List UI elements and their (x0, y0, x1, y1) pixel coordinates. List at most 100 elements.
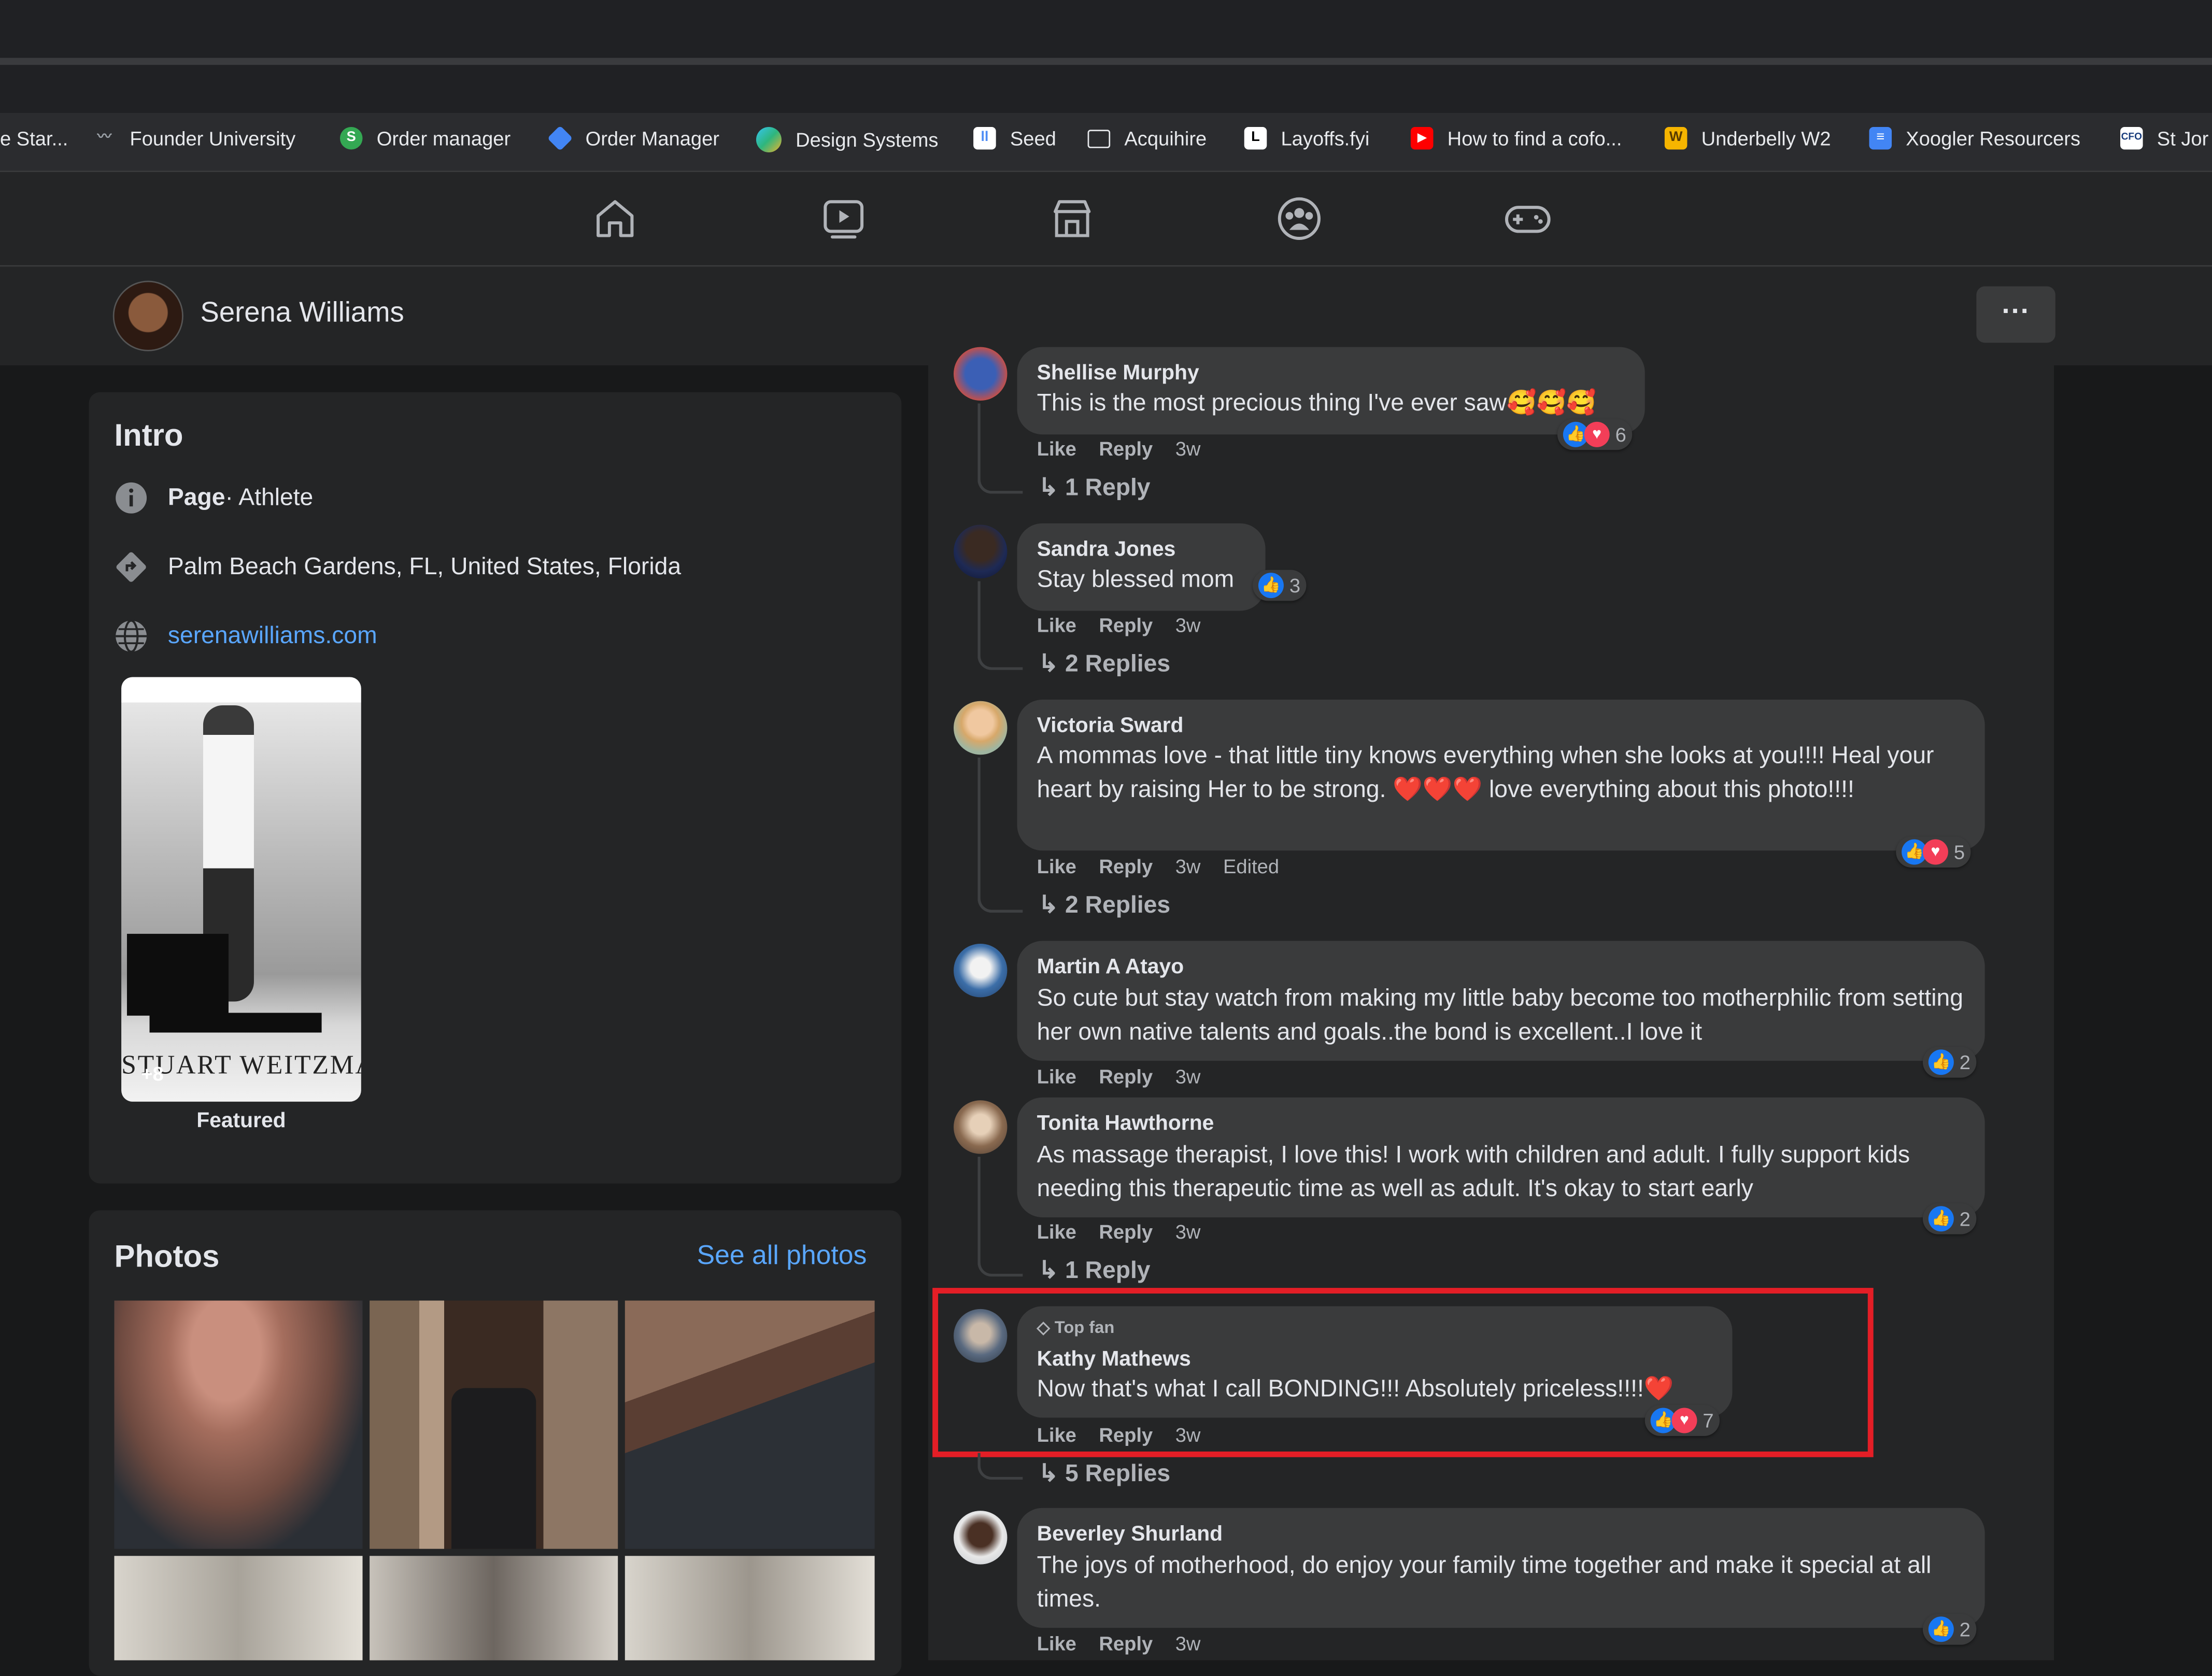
folder-icon (1087, 129, 1111, 148)
comment-timestamp[interactable]: 3w (1175, 1065, 1201, 1088)
bookmark-item[interactable]: 〰 Founder University (93, 127, 296, 150)
reaction-summary[interactable]: 👍 2 (1922, 1046, 1976, 1078)
home-icon[interactable] (591, 195, 639, 243)
reply-arrow-icon: ↳ (1038, 1257, 1065, 1284)
photo-thumbnail[interactable] (114, 1556, 363, 1660)
commenter-name[interactable]: Kathy Mathews (1037, 1347, 1191, 1371)
comment-text: The joys of motherhood, do enjoy your fa… (1037, 1552, 1932, 1612)
more-options-button[interactable]: ··· (1976, 286, 2055, 343)
edited-label: Edited (1223, 855, 1280, 878)
commenter-avatar[interactable] (954, 1511, 1008, 1565)
like-button[interactable]: Like (1037, 1065, 1076, 1088)
reply-button[interactable]: Reply (1099, 437, 1153, 460)
watch-icon[interactable] (819, 195, 868, 243)
photos-title: Photos (114, 1238, 220, 1274)
commenter-avatar[interactable] (954, 943, 1008, 998)
reply-button[interactable]: Reply (1099, 1632, 1153, 1655)
reaction-summary[interactable]: 👍 3 (1253, 570, 1306, 601)
globe-icon (116, 619, 147, 653)
commenter-name[interactable]: Sandra Jones (1037, 537, 1176, 561)
reply-button[interactable]: Reply (1099, 855, 1153, 877)
commenter-avatar[interactable] (954, 701, 1008, 755)
love-reaction-icon: ♥ (1584, 421, 1610, 447)
bookmark-item[interactable]: e Star... (0, 127, 68, 150)
photo-thumbnail[interactable] (114, 1300, 363, 1549)
location-text: Palm Beach Gardens, FL, United States, F… (167, 552, 682, 580)
replies-count: 1 Reply (1065, 1257, 1151, 1284)
view-replies-link[interactable]: ↳ 2 Replies (1038, 650, 1170, 678)
comment-text: Stay blessed mom (1037, 565, 1235, 593)
reply-button[interactable]: Reply (1099, 1065, 1153, 1088)
comment-text: Now that's what I call BONDING!!! Absolu… (1037, 1375, 1674, 1402)
directions-icon (116, 552, 146, 582)
bookmark-item[interactable]: ≡ Xoogler Resourcers (1869, 126, 2080, 150)
like-button[interactable]: Like (1037, 437, 1076, 460)
reaction-summary[interactable]: 👍 2 (1922, 1203, 1976, 1234)
like-button[interactable]: Like (1037, 614, 1076, 636)
bookmark-item[interactable]: Order Manager (547, 125, 719, 151)
reply-button[interactable]: Reply (1099, 1423, 1153, 1446)
comment-timestamp[interactable]: 3w (1175, 614, 1201, 636)
commenter-avatar[interactable] (954, 524, 1008, 578)
thread-line (977, 757, 1023, 913)
reaction-summary[interactable]: 👍 ♥ 7 (1644, 1405, 1720, 1436)
reply-button[interactable]: Reply (1099, 614, 1153, 636)
bookmark-item[interactable]: ▶ How to find a cofo... (1410, 126, 1622, 150)
like-button[interactable]: Like (1037, 1220, 1076, 1243)
comment-timestamp[interactable]: 3w (1175, 1632, 1201, 1655)
photo-thumbnail[interactable] (370, 1300, 618, 1549)
bookmark-item[interactable]: W Underbelly W2 (1664, 126, 1831, 150)
profile-avatar[interactable] (112, 280, 183, 351)
website-link[interactable]: serenawilliams.com (168, 622, 377, 650)
bookmark-item[interactable]: Acquihire (1087, 126, 1207, 150)
gaming-icon[interactable] (1504, 195, 1552, 243)
comment-timestamp[interactable]: 3w (1175, 437, 1201, 460)
photo-thumbnail[interactable] (625, 1556, 875, 1660)
bookmark-label: Acquihire (1124, 126, 1207, 150)
comment-timestamp[interactable]: 3w (1175, 855, 1201, 877)
comment-timestamp[interactable]: 3w (1175, 1220, 1201, 1243)
page-title[interactable]: Serena Williams (201, 297, 404, 330)
photo-thumbnail[interactable] (625, 1300, 875, 1549)
like-button[interactable]: Like (1037, 1632, 1076, 1655)
featured-block (126, 933, 229, 1016)
view-replies-link[interactable]: ↳ 1 Reply (1038, 1257, 1150, 1285)
bookmark-item[interactable]: ll Seed (973, 126, 1056, 150)
info-icon (116, 482, 147, 514)
commenter-avatar[interactable] (954, 347, 1008, 401)
commenter-name[interactable]: Tonita Hawthorne (1037, 1112, 1214, 1135)
reaction-summary[interactable]: 👍 ♥ 6 (1557, 419, 1632, 450)
reply-arrow-icon: ↳ (1038, 650, 1065, 677)
reply-button[interactable]: Reply (1099, 1220, 1153, 1243)
docs-icon: ≡ (1869, 126, 1892, 150)
commenter-name[interactable]: Martin A Atayo (1037, 955, 1184, 979)
featured-collection-thumbnail[interactable]: STUART WEITZMAN +8 (121, 677, 361, 1102)
commenter-avatar[interactable] (954, 1309, 1008, 1363)
like-button[interactable]: Like (1037, 1423, 1076, 1446)
browser-tab-strip (0, 0, 2212, 113)
sheet-icon: S (339, 126, 363, 150)
bookmark-item[interactable]: Design Systems (756, 126, 938, 152)
comment-actions: Like Reply 3w (1037, 614, 1223, 636)
reaction-summary[interactable]: 👍 ♥ 5 (1896, 836, 1970, 868)
like-button[interactable]: Like (1037, 855, 1076, 877)
globe-icon (756, 126, 782, 152)
view-replies-link[interactable]: ↳ 1 Reply (1038, 474, 1150, 502)
reaction-summary[interactable]: 👍 2 (1922, 1613, 1976, 1645)
bookmark-item[interactable]: L Layoffs.fyi (1244, 126, 1369, 150)
bookmark-item[interactable]: S Order manager (339, 126, 511, 150)
photo-thumbnail[interactable] (370, 1556, 618, 1660)
view-replies-link[interactable]: ↳ 2 Replies (1038, 891, 1170, 919)
top-fan-badge: ◇ Top fan (1037, 1317, 1115, 1337)
groups-icon[interactable] (1275, 195, 1324, 243)
commenter-avatar[interactable] (954, 1100, 1008, 1154)
see-all-photos-link[interactable]: See all photos (697, 1241, 867, 1272)
bookmark-item[interactable]: CFO St Jor (2120, 126, 2208, 150)
comment-timestamp[interactable]: 3w (1175, 1423, 1201, 1446)
youtube-icon: ▶ (1410, 126, 1434, 150)
commenter-name[interactable]: Beverley Shurland (1037, 1522, 1223, 1546)
commenter-name[interactable]: Shellise Murphy (1037, 361, 1199, 385)
marketplace-icon[interactable] (1048, 195, 1096, 243)
view-replies-link[interactable]: ↳ 5 Replies (1038, 1460, 1170, 1488)
commenter-name[interactable]: Victoria Sward (1037, 714, 1184, 737)
